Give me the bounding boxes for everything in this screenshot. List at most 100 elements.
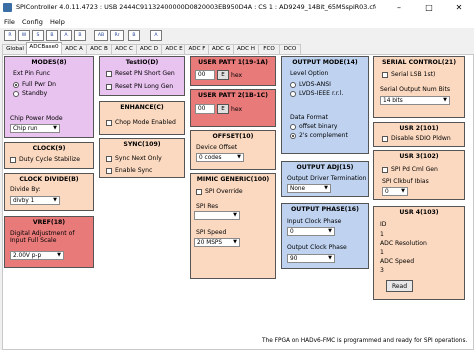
tab-fco[interactable]: FCO bbox=[258, 44, 280, 54]
chevron-down-icon: ▼ bbox=[233, 212, 237, 218]
output-clock-phase-dropdown[interactable]: 90 ▼ bbox=[287, 254, 335, 263]
duty-cycle-stabilize-checkbox[interactable] bbox=[10, 157, 16, 163]
toolbar-ab-button[interactable]: AB bbox=[94, 30, 108, 41]
vref-dropdown[interactable]: 2.00V p-p ▼ bbox=[10, 251, 64, 260]
toolbar-read-button[interactable]: R bbox=[4, 30, 16, 41]
device-offset-value: 0 codes bbox=[199, 155, 222, 161]
spi-res-label: SPI Res bbox=[196, 203, 219, 210]
testio-panel: TestIO(D) Reset PN Short Gen Reset PN Lo… bbox=[99, 56, 185, 96]
input-clock-phase-dropdown[interactable]: 0 ▼ bbox=[287, 227, 335, 236]
tab-adc-a[interactable]: ADC A bbox=[61, 44, 87, 54]
user-patt2-input[interactable]: 00 bbox=[195, 104, 215, 114]
offset-panel: OFFSET(10) Device Offset 0 codes ▼ bbox=[190, 130, 276, 170]
title-bar: SPIController 4.0.11.4723 : USB 2444C911… bbox=[0, 0, 474, 17]
output-driver-termination-label: Output Driver Termination bbox=[287, 175, 367, 182]
lvds-ieee-label: LVDS-IEEE r.r.l. bbox=[299, 90, 344, 97]
adc-resolution-value: 1 bbox=[380, 249, 384, 256]
serial-lsb-first-checkbox[interactable] bbox=[382, 72, 388, 78]
lvds-ansi-label: LVDS-ANSI bbox=[299, 81, 331, 88]
disable-sdio-pldwn-checkbox[interactable] bbox=[382, 136, 388, 142]
spi-res-dropdown[interactable]: ▼ bbox=[194, 211, 240, 220]
sync-next-only-label: Sync Next Only bbox=[115, 155, 162, 162]
toolbar-b-button[interactable]: B bbox=[46, 30, 58, 41]
spi-pd-cml-gen-checkbox[interactable] bbox=[382, 167, 388, 173]
maximize-icon[interactable]: □ bbox=[414, 0, 444, 15]
user-patt2-unit: hex bbox=[231, 106, 243, 113]
sync-next-only-checkbox[interactable] bbox=[106, 156, 112, 162]
toolbar-s-button[interactable]: S bbox=[32, 30, 44, 41]
clock-title: CLOCK(9) bbox=[32, 145, 66, 152]
toolbar-a-button[interactable]: A bbox=[60, 30, 72, 41]
full-pwr-dn-radio[interactable] bbox=[13, 82, 19, 88]
vref-panel: VREF(18) Digital Adjustment of Input Ful… bbox=[4, 216, 94, 268]
level-option-label: Level Option bbox=[290, 70, 329, 77]
tab-global[interactable]: Global bbox=[2, 44, 28, 54]
output-mode-panel: OUTPUT MODE(14) Level Option LVDS-ANSI L… bbox=[281, 56, 369, 154]
enable-sync-checkbox[interactable] bbox=[106, 168, 112, 174]
menu-help[interactable]: Help bbox=[50, 18, 65, 26]
standby-radio[interactable] bbox=[13, 91, 19, 97]
offset-binary-radio[interactable] bbox=[290, 124, 296, 130]
usr3-title: USR 3(102) bbox=[399, 153, 439, 160]
serial-control-panel: SERIAL CONTROL(21) Serial LSB 1st) Seria… bbox=[373, 56, 465, 118]
adc-resolution-label: ADC Resolution bbox=[380, 240, 427, 247]
reset-pn-long-label: Reset PN Long Gen bbox=[115, 83, 174, 90]
output-phase-panel: OUTPUT PHASE(16) Input Clock Phase 0 ▼ O… bbox=[281, 203, 369, 269]
chop-mode-enabled-checkbox[interactable] bbox=[106, 120, 112, 126]
toolbar-b2-button[interactable]: B bbox=[74, 30, 86, 41]
serial-control-title: SERIAL CONTROL(21) bbox=[381, 59, 457, 66]
divide-by-dropdown[interactable]: divby 1 ▼ bbox=[10, 196, 60, 205]
menu-config[interactable]: Config bbox=[22, 18, 43, 26]
chip-power-mode-value: Chip run bbox=[13, 126, 38, 132]
spi-override-label: SPI Override bbox=[205, 188, 243, 195]
spi-clkbuf-ibias-dropdown[interactable]: 0 ▼ bbox=[382, 187, 408, 196]
user-patt1-input[interactable]: 00 bbox=[195, 70, 215, 80]
tab-adc-h[interactable]: ADC H bbox=[233, 44, 259, 54]
id-value: 1 bbox=[380, 231, 384, 238]
ext-pin-func-label: Ext Pin Func bbox=[13, 70, 51, 77]
user-patt1-e-button[interactable]: E bbox=[217, 70, 229, 80]
toolbar-a2-button[interactable]: A bbox=[150, 30, 162, 41]
lvds-ansi-radio[interactable] bbox=[290, 82, 296, 88]
chevron-down-icon: ▼ bbox=[328, 228, 332, 234]
toolbar-rr-button[interactable]: Rr bbox=[110, 30, 124, 41]
output-adj-title: OUTPUT ADJ(15) bbox=[296, 164, 354, 171]
read-button[interactable]: Read bbox=[386, 280, 413, 292]
device-offset-dropdown[interactable]: 0 codes ▼ bbox=[196, 153, 244, 162]
minimize-icon[interactable]: – bbox=[384, 0, 414, 15]
tab-adc-c[interactable]: ADC C bbox=[111, 44, 137, 54]
output-adj-panel: OUTPUT ADJ(15) Output Driver Termination… bbox=[281, 161, 369, 197]
chip-power-mode-label: Chip Power Mode bbox=[10, 115, 63, 122]
tab-adc-d[interactable]: ADC D bbox=[136, 44, 162, 54]
tab-adc-g[interactable]: ADC G bbox=[208, 44, 234, 54]
offset-binary-label: offset binary bbox=[299, 123, 338, 130]
tab-adc-b[interactable]: ADC B bbox=[86, 44, 112, 54]
serial-output-num-bits-dropdown[interactable]: 14 bits ▼ bbox=[380, 96, 450, 105]
toolbar-b3-button[interactable]: B bbox=[128, 30, 140, 41]
spi-override-checkbox[interactable] bbox=[196, 189, 202, 195]
tab-adcbase0[interactable]: ADCBase0 bbox=[26, 42, 62, 54]
reset-pn-short-checkbox[interactable] bbox=[106, 71, 112, 77]
chevron-down-icon: ▼ bbox=[324, 185, 328, 191]
chip-power-mode-dropdown[interactable]: Chip run ▼ bbox=[10, 124, 60, 133]
serial-lsb-first-label: Serial LSB 1st) bbox=[391, 71, 436, 78]
tab-adc-f[interactable]: ADC F bbox=[184, 44, 210, 54]
close-icon[interactable]: ✕ bbox=[444, 0, 474, 15]
menu-file[interactable]: File bbox=[4, 18, 15, 26]
twos-complement-radio[interactable] bbox=[290, 133, 296, 139]
tab-dco[interactable]: DCO bbox=[279, 44, 301, 54]
reset-pn-long-checkbox[interactable] bbox=[106, 84, 112, 90]
output-driver-termination-dropdown[interactable]: None ▼ bbox=[287, 184, 331, 193]
output-driver-termination-value: None bbox=[290, 186, 306, 192]
toolbar-write-button[interactable]: W bbox=[18, 30, 30, 41]
user-patt1-panel: USER PATT 1(19-1A) 00 E hex bbox=[190, 56, 276, 86]
sync-title: SYNC(109) bbox=[123, 141, 161, 148]
clock-panel: CLOCK(9) Duty Cycle Stabilize bbox=[4, 142, 94, 169]
user-patt2-e-button[interactable]: E bbox=[217, 104, 229, 114]
chevron-down-icon: ▼ bbox=[53, 125, 57, 131]
spi-speed-dropdown[interactable]: 20 MSPS ▼ bbox=[194, 238, 240, 247]
output-phase-title: OUTPUT PHASE(16) bbox=[291, 206, 359, 213]
clock-divide-panel: CLOCK DIVIDE(B) Divide By: divby 1 ▼ bbox=[4, 173, 94, 211]
lvds-ieee-radio[interactable] bbox=[290, 91, 296, 97]
input-clock-phase-label: Input Clock Phase bbox=[287, 218, 342, 225]
